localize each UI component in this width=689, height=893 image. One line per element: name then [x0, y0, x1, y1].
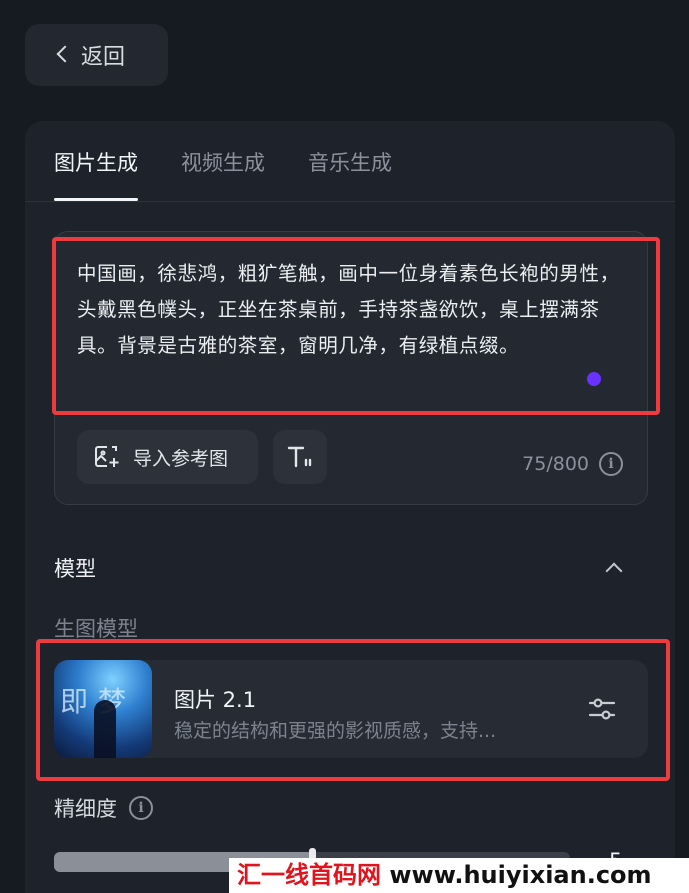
fineness-label: 精细度 [54, 797, 117, 821]
sliders-settings-icon[interactable] [587, 696, 617, 722]
divider [25, 201, 675, 202]
text-style-button[interactable] [273, 430, 327, 484]
model-description: 稳定的结构和更强的影视质感，支持... [174, 720, 497, 742]
image-model-label: 生图模型 [54, 617, 138, 641]
import-reference-label: 导入参考图 [133, 447, 229, 470]
tab-video-generation[interactable]: 视频生成 [181, 147, 265, 201]
model-name: 图片 2.1 [174, 688, 257, 712]
back-button[interactable]: 返回 [25, 24, 168, 86]
import-reference-image-button[interactable]: 导入参考图 [77, 430, 258, 484]
thumbnail-figure [94, 700, 116, 758]
model-section-title: 模型 [54, 557, 96, 581]
watermark-banner: 汇一线首码网 www.huiyixian.com [229, 858, 689, 893]
char-counter: 75/800 i [522, 452, 623, 476]
text-cursor-dot [587, 372, 601, 386]
chevron-left-icon [56, 45, 74, 63]
watermark-url: www.huiyixian.com [389, 861, 652, 889]
watermark-prefix: 汇一线首码网 [237, 861, 381, 889]
back-label: 返回 [81, 45, 126, 70]
chevron-up-icon[interactable] [605, 562, 623, 580]
fineness-label-row: 精细度 i [54, 793, 153, 823]
generation-panel: 图片生成 视频生成 音乐生成 中国画，徐悲鸿，粗犷笔触，画中一位身着素色长袍的男… [25, 121, 675, 893]
char-count: 75/800 [522, 453, 589, 475]
prompt-textarea[interactable]: 中国画，徐悲鸿，粗犷笔触，画中一位身着素色长袍的男性，头戴黑色幞头，正坐在茶桌前… [77, 256, 625, 364]
model-thumbnail: 即梦 [54, 660, 152, 758]
text-format-icon [287, 446, 312, 468]
info-icon[interactable]: i [129, 796, 153, 820]
model-selector-card[interactable]: 即梦 图片 2.1 稳定的结构和更强的影视质感，支持... [54, 660, 648, 758]
info-icon[interactable]: i [599, 452, 623, 476]
tab-bar: 图片生成 视频生成 音乐生成 [54, 147, 392, 201]
image-add-icon [95, 446, 119, 467]
tab-music-generation[interactable]: 音乐生成 [308, 147, 392, 201]
prompt-box: 中国画，徐悲鸿，粗犷笔触，画中一位身着素色长袍的男性，头戴黑色幞头，正坐在茶桌前… [54, 231, 648, 505]
tab-image-generation[interactable]: 图片生成 [54, 147, 138, 201]
